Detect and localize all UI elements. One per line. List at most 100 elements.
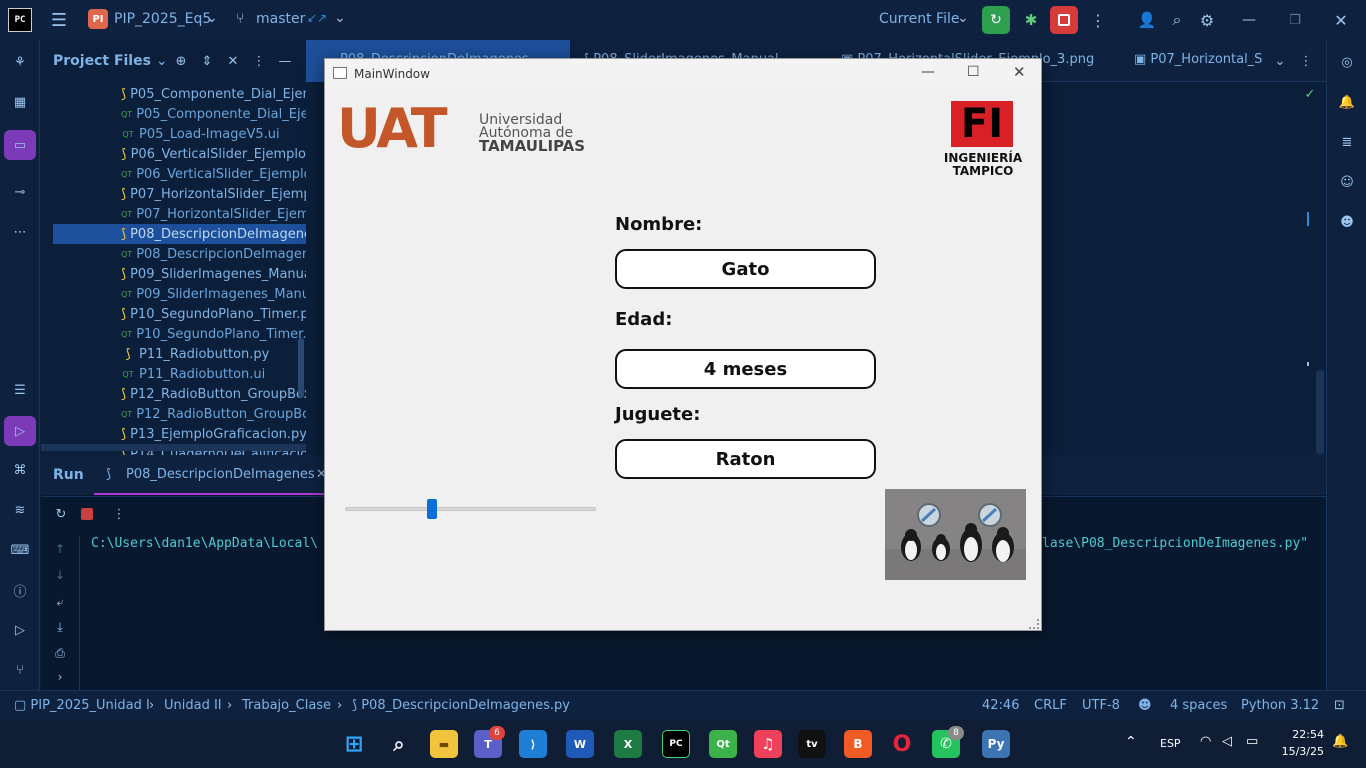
run-config-select[interactable]: Current File <box>879 11 959 27</box>
tree-item[interactable]: QT P09_SliderImagenes_Manual <box>121 284 306 304</box>
tree-item[interactable]: QTP05_Componente_Dial_Ejemplo <box>121 104 306 124</box>
brave-icon[interactable]: B <box>844 730 872 758</box>
wifi-icon[interactable]: ◠ <box>1200 734 1211 749</box>
qt-title-bar[interactable]: MainWindow — ☐ ✕ <box>325 59 1041 89</box>
apple-tv-icon[interactable]: tv <box>798 730 826 758</box>
nombre-field[interactable]: Gato <box>615 249 876 289</box>
file-encoding[interactable]: UTF-8 <box>1082 698 1120 713</box>
database-icon[interactable]: ≣ <box>1335 130 1359 154</box>
expand-icon[interactable]: ⇕ <box>199 52 215 70</box>
indent-setting[interactable]: 4 spaces <box>1170 698 1227 713</box>
volume-icon[interactable]: ◁ <box>1222 734 1232 749</box>
minimize-icon[interactable]: — <box>921 64 935 80</box>
excel-icon[interactable]: X <box>614 730 642 758</box>
copilot-icon[interactable]: ☺ <box>1335 170 1359 194</box>
arrow-down-icon[interactable]: ↓ <box>53 568 67 582</box>
tree-item[interactable]: QT P05_Load-ImageV5.ui <box>121 124 306 144</box>
tree-horizontal-scrollbar[interactable] <box>41 444 306 451</box>
terminal-icon[interactable]: ⌨ <box>8 538 32 562</box>
more-vertical-icon[interactable]: ⋮ <box>113 506 126 522</box>
run-title[interactable]: Run <box>53 467 84 483</box>
tree-item[interactable]: ⟆ P11_Radiobutton.py <box>121 344 306 364</box>
more-vertical-icon[interactable]: ⋮ <box>1298 52 1314 70</box>
resize-grip[interactable] <box>1029 619 1039 629</box>
tree-item[interactable]: QT P12_RadioButton_GroupBox <box>121 404 306 424</box>
minimize-icon[interactable]: — <box>1238 9 1260 31</box>
tree-item[interactable]: ⟆ P06_VerticalSlider_Ejemplo <box>121 144 306 164</box>
clock-date[interactable]: 15/3/25 <box>1280 745 1324 758</box>
tree-item[interactable]: ⟆ P12_RadioButton_GroupBox <box>121 384 306 404</box>
file-explorer-icon[interactable]: ▬ <box>430 730 458 758</box>
project-badge[interactable]: PI <box>88 9 108 29</box>
pycharm-icon[interactable]: PC <box>662 730 690 758</box>
run-tab-active[interactable]: ⟆ P08_DescripcionDeImagenes ✕ <box>94 455 327 495</box>
search-icon[interactable]: ⌕ <box>385 730 413 758</box>
tree-item[interactable]: QT P11_Radiobutton.ui <box>121 364 306 384</box>
git-icon[interactable]: ⑂ <box>8 658 32 682</box>
tree-item[interactable]: ⟆ P13_EjemploGraficacion.py <box>121 424 306 444</box>
pycharm-logo[interactable]: PC <box>8 8 32 32</box>
hamburger-menu-icon[interactable]: ☰ <box>48 10 70 31</box>
project-folder-icon[interactable]: ▭ <box>4 130 36 160</box>
tree-item[interactable]: QT P06_VerticalSlider_Ejemplo <box>121 164 306 184</box>
tree-item[interactable]: ⟆P05_Componente_Dial_Ejemplo <box>121 84 306 104</box>
battery-icon[interactable]: ▭ <box>1246 734 1258 749</box>
tree-item[interactable]: QTP07_HorizontalSlider_Ejemplo <box>121 204 306 224</box>
chevron-up-icon[interactable]: ⌃ <box>1125 734 1137 750</box>
project-panel-title[interactable]: Project Files ⌄ <box>53 53 168 69</box>
maximize-icon[interactable]: ☐ <box>967 64 980 80</box>
python-console-icon[interactable]: ⌘ <box>8 458 32 482</box>
hide-panel-icon[interactable]: — <box>277 52 293 70</box>
search-icon[interactable]: ⌕ <box>1166 9 1188 31</box>
edad-field[interactable]: 4 meses <box>615 349 876 389</box>
chevron-down-icon[interactable]: ⌄ <box>334 10 346 26</box>
chevron-right-icon[interactable]: › <box>53 670 67 684</box>
tree-scrollbar[interactable] <box>298 338 304 398</box>
todo-list-icon[interactable]: ☰ <box>8 378 32 402</box>
branch-name[interactable]: master <box>256 11 305 27</box>
tab-horizontal[interactable]: ▣ P07_Horizontal_S <box>1134 52 1284 67</box>
tree-item[interactable]: ⟆ P10_SegundoPlano_Timer.py <box>121 304 306 324</box>
stop-button[interactable] <box>1050 6 1078 34</box>
scroll-end-icon[interactable]: ⤓ <box>53 620 67 634</box>
more-vertical-icon[interactable]: ⋮ <box>1088 9 1108 31</box>
arrow-up-icon[interactable]: ↑ <box>53 542 67 556</box>
tree-item[interactable]: ⟆ P07_HorizontalSlider_Ejemplo <box>121 184 306 204</box>
notifications-icon[interactable]: 🔔 <box>1332 734 1348 749</box>
layers-icon[interactable]: ≋ <box>8 498 32 522</box>
notifications-icon[interactable]: 🔔 <box>1335 90 1359 114</box>
plugins-icon[interactable]: ⚘ <box>8 50 32 74</box>
windows-start-icon[interactable]: ⊞ <box>340 730 368 758</box>
structure-icon[interactable]: ▦ <box>8 90 32 114</box>
input-language[interactable]: ESP <box>1160 737 1181 750</box>
tree-item[interactable]: QT P10_SegundoPlano_Timer.ui <box>121 324 306 344</box>
ai-assistant-icon[interactable]: ◎ <box>1335 50 1359 74</box>
image-slider-handle[interactable] <box>426 499 437 519</box>
rerun-button[interactable]: ↻ <box>982 6 1010 34</box>
breadcrumb-project[interactable]: ▢ PIP_2025_Unidad I <box>14 698 150 713</box>
interpreter[interactable]: Python 3.12 <box>1241 698 1319 713</box>
line-separator[interactable]: CRLF <box>1034 698 1067 713</box>
editor-scrollbar[interactable] <box>1316 370 1324 454</box>
breadcrumb-unidad[interactable]: Unidad II <box>164 698 222 713</box>
chevron-down-icon[interactable]: ⌄ <box>206 10 218 26</box>
chevron-down-icon[interactable]: ⌄ <box>957 10 969 26</box>
more-horizontal-icon[interactable]: ⋯ <box>8 220 32 244</box>
tree-item[interactable]: QTP08_DescripcionDeImagenes <box>121 244 306 264</box>
print-icon[interactable]: ⎙ <box>53 646 67 660</box>
opera-icon[interactable]: O <box>888 730 916 758</box>
project-name[interactable]: PIP_2025_Eq5 <box>114 11 211 27</box>
word-icon[interactable]: W <box>566 730 594 758</box>
maximize-icon[interactable]: ❐ <box>1284 9 1306 31</box>
caret-position[interactable]: 42:46 <box>982 698 1019 713</box>
add-user-icon[interactable]: 👤 <box>1136 9 1158 31</box>
juguete-field[interactable]: Raton <box>615 439 876 479</box>
tree-item[interactable]: ⟆ P09_SliderImagenes_Manual <box>121 264 306 284</box>
vscode-icon[interactable]: ⟩ <box>519 730 547 758</box>
close-icon[interactable]: ✕ <box>1330 9 1352 31</box>
tree-item[interactable]: ⟆ P08_DescripcionDeImagenes <box>53 224 306 244</box>
close-icon[interactable]: ✕ <box>1013 63 1026 81</box>
debug-icon[interactable]: ✱ <box>1020 9 1042 31</box>
image-slider-track[interactable] <box>345 507 596 511</box>
chevron-down-icon[interactable]: ⌄ <box>1272 52 1288 70</box>
